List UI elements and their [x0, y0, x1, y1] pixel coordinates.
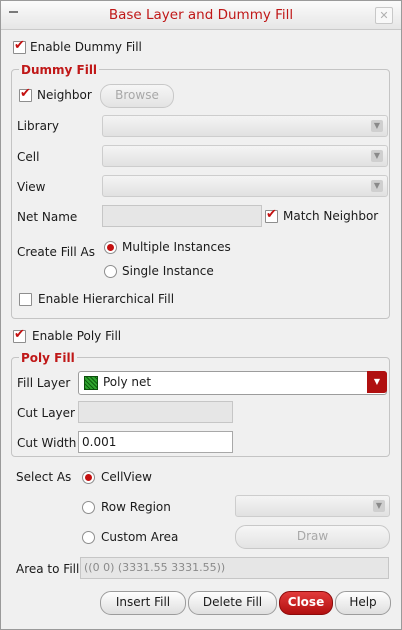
close-window-icon[interactable]: ✕: [375, 7, 393, 24]
cut-layer-label: Cut Layer: [17, 406, 75, 420]
custom-area-label: Custom Area: [101, 530, 179, 544]
cut-width-label: Cut Width: [17, 436, 77, 450]
cell-combo[interactable]: ▼: [102, 145, 388, 167]
net-name-label: Net Name: [17, 210, 78, 224]
help-button[interactable]: Help: [335, 591, 391, 615]
match-neighbor-label: Match Neighbor: [283, 209, 379, 223]
area-to-fill-value: ((0 0) (3331.55 3331.55)): [84, 561, 226, 574]
enable-poly-fill-checkbox[interactable]: ✔: [13, 327, 26, 343]
area-to-fill-label: Area to Fill: [16, 562, 80, 576]
create-fill-as-label: Create Fill As: [17, 245, 95, 259]
cell-label: Cell: [17, 150, 40, 164]
poly-fill-group-title: Poly Fill: [19, 351, 77, 365]
chevron-down-icon: ▼: [371, 180, 383, 192]
check-icon: ✔: [20, 86, 31, 101]
neighbor-label: Neighbor: [37, 88, 92, 102]
net-name-field[interactable]: [102, 205, 262, 227]
check-icon: ✔: [266, 207, 277, 222]
row-region-label: Row Region: [101, 500, 171, 514]
library-label: Library: [17, 119, 59, 133]
title-bar: Base Layer and Dummy Fill ✕: [1, 1, 401, 30]
check-icon: ✔: [14, 38, 25, 53]
window-title: Base Layer and Dummy Fill: [108, 7, 294, 23]
enable-dummy-fill-checkbox[interactable]: ✔: [13, 38, 26, 54]
enable-hierarchical-fill-checkbox[interactable]: [19, 293, 32, 306]
cellview-label: CellView: [101, 470, 152, 484]
insert-fill-button[interactable]: Insert Fill: [100, 591, 186, 615]
single-instance-label: Single Instance: [122, 264, 214, 278]
chevron-down-icon: ▼: [373, 500, 385, 512]
chevron-down-icon: ▼: [371, 150, 383, 162]
layer-swatch-icon: [84, 376, 98, 390]
delete-fill-button[interactable]: Delete Fill: [188, 591, 277, 615]
enable-poly-fill-label: Enable Poly Fill: [32, 329, 122, 343]
close-button[interactable]: Close: [279, 591, 333, 615]
fill-layer-combo[interactable]: Poly net ▼: [78, 371, 387, 395]
browse-button[interactable]: Browse: [100, 84, 174, 108]
row-region-combo[interactable]: ▼: [235, 495, 390, 517]
select-as-label: Select As: [16, 470, 72, 484]
multiple-instances-radio[interactable]: [104, 241, 117, 254]
chevron-down-icon: ▼: [367, 371, 387, 393]
fill-layer-label: Fill Layer: [17, 376, 71, 390]
view-label: View: [17, 180, 46, 194]
library-combo[interactable]: ▼: [102, 115, 388, 137]
cellview-radio[interactable]: [82, 471, 95, 484]
enable-dummy-fill-label: Enable Dummy Fill: [30, 40, 142, 54]
enable-hierarchical-fill-label: Enable Hierarchical Fill: [38, 292, 175, 306]
custom-area-radio[interactable]: [82, 531, 95, 544]
chevron-down-icon: ▼: [371, 120, 383, 132]
fill-layer-value: Poly net: [103, 375, 152, 389]
radio-selected-dot: [107, 244, 114, 251]
view-combo[interactable]: ▼: [102, 175, 388, 197]
dialog-window: Base Layer and Dummy Fill ✕ ✔ Enable Dum…: [0, 0, 402, 630]
dummy-fill-group-title: Dummy Fill: [19, 63, 100, 77]
multiple-instances-label: Multiple Instances: [122, 240, 231, 254]
match-neighbor-checkbox[interactable]: ✔: [265, 207, 278, 223]
single-instance-radio[interactable]: [104, 265, 117, 278]
radio-selected-dot: [85, 474, 92, 481]
cut-layer-field[interactable]: [78, 401, 233, 423]
area-to-fill-field[interactable]: ((0 0) (3331.55 3331.55)): [80, 557, 389, 579]
cut-width-value: 0.001: [82, 435, 117, 449]
cut-width-field[interactable]: 0.001: [78, 431, 233, 453]
check-icon: ✔: [14, 327, 25, 342]
draw-button[interactable]: Draw: [235, 525, 390, 549]
neighbor-checkbox[interactable]: ✔: [19, 86, 32, 102]
row-region-radio[interactable]: [82, 501, 95, 514]
